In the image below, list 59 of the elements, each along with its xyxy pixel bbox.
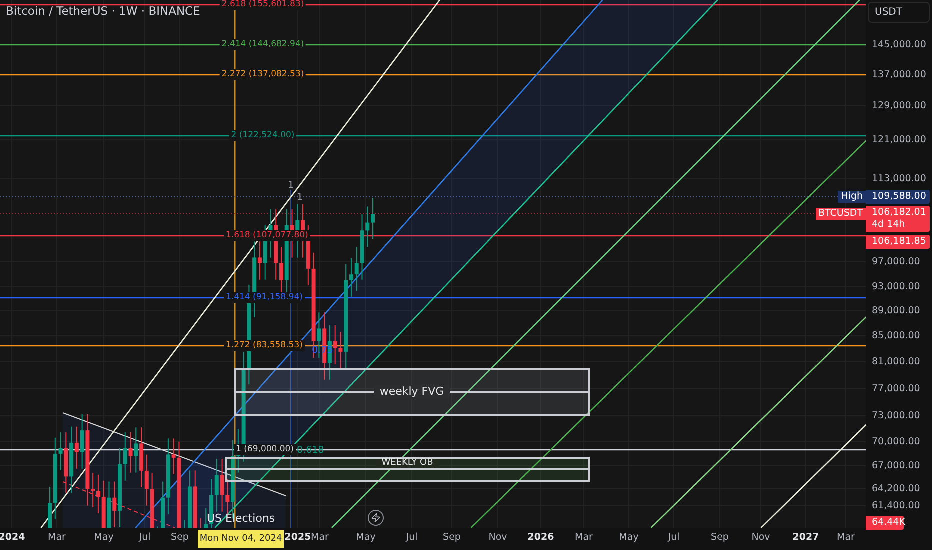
time-tick: May <box>356 532 376 543</box>
time-tick: 2026 <box>528 532 554 543</box>
time-tick: Mar <box>575 532 593 543</box>
price-tick: 137,000.00 <box>872 70 926 80</box>
previous-close-label: 106,181.85 <box>866 235 930 249</box>
zone-label: WEEKLY OB <box>376 459 440 468</box>
price-tick: 61,400.00 <box>872 500 920 512</box>
price-tick: 129,000.00 <box>872 100 926 112</box>
high-tag: High <box>838 191 866 203</box>
symbol-title: Bitcoin / TetherUS · 1W · BINANCE <box>6 4 200 18</box>
symbol-tag: BTCUSDT <box>816 208 866 220</box>
time-tick: Sep <box>171 532 189 543</box>
zone-label: weekly FVG <box>374 385 450 399</box>
price-tick: 64,200.00 <box>872 484 920 494</box>
channel-level-label: 1 <box>288 180 294 192</box>
time-tick: Mar <box>48 532 66 543</box>
price-axis[interactable] <box>866 0 932 550</box>
time-axis[interactable]: 2024 Mar May Jul Sep Mon Nov 04, 2024 2025Mar May Jul Sep Nov 2026 Mar May Jul Sep Nov 2027 Mar <box>0 528 866 550</box>
fib-level-label: 1.272 (83,558.53) <box>224 340 305 352</box>
price-tick: 70,000.00 <box>872 436 920 448</box>
fib-level-label: 1 (69,000.00) <box>234 444 296 456</box>
fib-level-label: 2.272 (137,082.53) <box>220 70 306 80</box>
price-tick: 97,000.00 <box>872 256 920 268</box>
time-tick: Sep <box>711 532 729 543</box>
fib-level-label: 1.618 (107,077.80) <box>224 230 310 242</box>
fib-level-label: 2.618 (155,601.83) <box>220 0 306 10</box>
currency-button[interactable]: USDT <box>868 2 930 23</box>
channel-level-label: 1 <box>297 192 304 204</box>
time-tick: Jul <box>139 532 151 543</box>
lightning-icon[interactable] <box>368 510 384 526</box>
price-tick: 81,000.00 <box>872 356 920 368</box>
price-tick: 77,000.00 <box>872 384 920 394</box>
price-tick: 85,000.00 <box>872 330 920 342</box>
time-tick: 2024 <box>0 532 26 543</box>
price-tick: 93,000.00 <box>872 282 920 292</box>
fib-level-label: 1.414 (91,158.94) <box>224 292 305 304</box>
fib-level-label: 2 (122,524.00) <box>229 130 297 142</box>
time-tick: Sep <box>443 532 461 543</box>
price-tick: 145,000.00 <box>872 40 926 50</box>
time-tick: 2027 <box>792 532 820 543</box>
price-tick: 73,000.00 <box>872 410 920 422</box>
price-tick: 121,000.00 <box>872 134 926 146</box>
crosshair-date-label: Mon Nov 04, 2024 <box>198 530 284 548</box>
time-tick: May <box>619 532 639 543</box>
time-tick: Jul <box>668 532 680 543</box>
time-tick: Jul <box>406 532 418 543</box>
fib-level-label: 2.414 (144,682.94) <box>220 40 306 50</box>
time-tick: Mar <box>837 532 855 543</box>
time-tick: Mar <box>311 532 329 543</box>
high-price-label: 109,588.00 <box>866 190 930 204</box>
bar-countdown: 4d 14h <box>872 219 906 231</box>
time-tick: Nov <box>752 532 770 543</box>
time-tick: 2025 <box>284 532 312 543</box>
last-price-value: 106,182.01 <box>872 207 928 219</box>
time-tick: Nov <box>488 532 508 543</box>
time-tick: May <box>94 532 114 543</box>
price-tick: 113,000.00 <box>872 174 926 184</box>
price-tick: 67,000.00 <box>872 460 920 472</box>
price-tick: 89,000.00 <box>872 306 920 316</box>
